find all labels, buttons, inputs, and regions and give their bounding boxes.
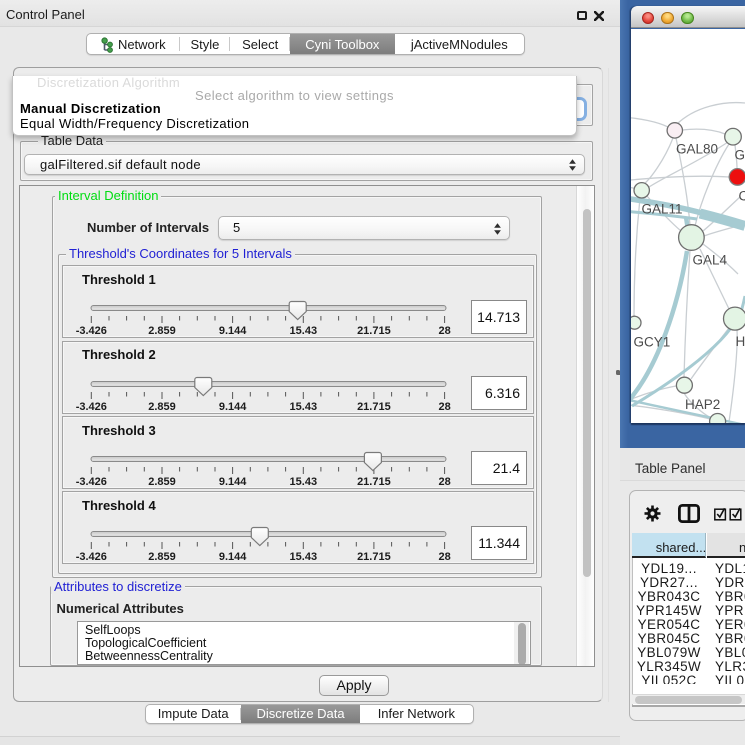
svg-text:2.859: 2.859 xyxy=(148,401,176,413)
svg-text:28: 28 xyxy=(438,325,450,337)
svg-text:28: 28 xyxy=(438,551,450,563)
svg-text:21.715: 21.715 xyxy=(357,551,391,563)
svg-text:15.43: 15.43 xyxy=(290,476,318,488)
svg-text:15.43: 15.43 xyxy=(290,401,318,413)
svg-text:21.715: 21.715 xyxy=(357,325,391,337)
svg-text:GAL80: GAL80 xyxy=(676,142,718,157)
svg-text:-3.426: -3.426 xyxy=(76,476,107,488)
svg-text:HAP2: HAP2 xyxy=(685,397,720,412)
svg-text:15.43: 15.43 xyxy=(290,325,318,337)
svg-text:9.144: 9.144 xyxy=(219,476,247,488)
svg-text:2.859: 2.859 xyxy=(148,325,176,337)
svg-text:21.715: 21.715 xyxy=(357,476,391,488)
svg-text:GCY1: GCY1 xyxy=(634,335,671,350)
svg-text:GA: GA xyxy=(735,148,745,163)
svg-text:H: H xyxy=(736,334,745,349)
svg-text:-3.426: -3.426 xyxy=(76,325,107,337)
svg-text:9.144: 9.144 xyxy=(219,325,247,337)
svg-text:C: C xyxy=(739,189,745,204)
svg-text:28: 28 xyxy=(438,401,450,413)
svg-text:GAL11: GAL11 xyxy=(642,202,683,217)
svg-text:GAL4: GAL4 xyxy=(693,253,728,268)
svg-text:2.859: 2.859 xyxy=(148,476,176,488)
svg-text:-3.426: -3.426 xyxy=(76,401,107,413)
svg-text:21.715: 21.715 xyxy=(357,401,391,413)
svg-text:9.144: 9.144 xyxy=(219,401,247,413)
svg-text:15.43: 15.43 xyxy=(290,551,318,563)
svg-text:9.144: 9.144 xyxy=(219,551,247,563)
svg-text:-3.426: -3.426 xyxy=(76,551,107,563)
svg-text:2.859: 2.859 xyxy=(148,551,176,563)
svg-text:28: 28 xyxy=(438,476,450,488)
